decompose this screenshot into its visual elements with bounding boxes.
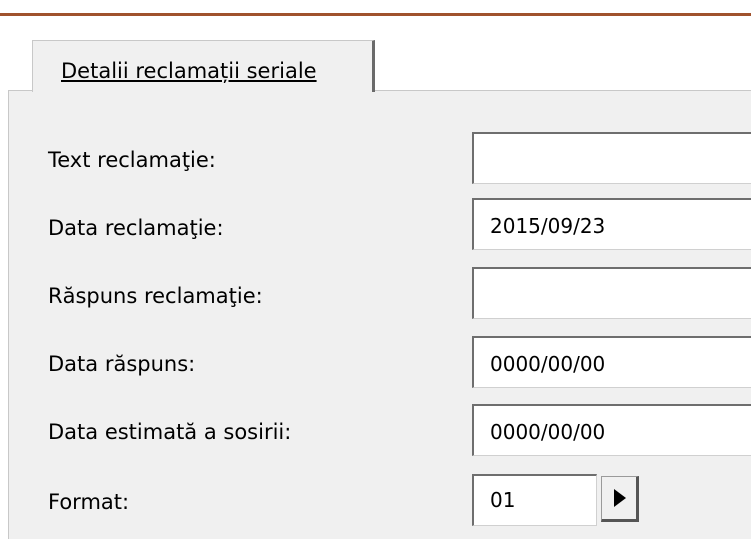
triangle-right-icon [614,489,626,507]
text-reclamatie-label: Text reclamaţie: [48,148,216,172]
tab-detalii-reclamatii-seriale[interactable]: Detalii reclamații seriale [32,40,375,92]
data-reclamatie-label: Data reclamaţie: [48,216,224,240]
format-next-button[interactable] [601,476,639,522]
tab-label: Detalii reclamații seriale [61,59,317,83]
raspuns-reclamatie-input[interactable] [472,267,751,319]
raspuns-reclamatie-label: Răspuns reclamaţie: [48,284,263,308]
data-reclamatie-input[interactable]: 2015/09/23 [472,198,751,250]
text-reclamatie-input[interactable] [472,132,751,184]
data-raspuns-label: Data răspuns: [48,352,196,376]
data-estimata-sosirii-label: Data estimată a sosirii: [48,420,292,444]
format-input[interactable]: 01 [472,474,597,526]
data-raspuns-input[interactable]: 0000/00/00 [472,336,751,388]
format-label: Format: [48,490,130,514]
data-estimata-sosirii-input[interactable]: 0000/00/00 [472,404,751,456]
window-top-bar [0,0,751,16]
